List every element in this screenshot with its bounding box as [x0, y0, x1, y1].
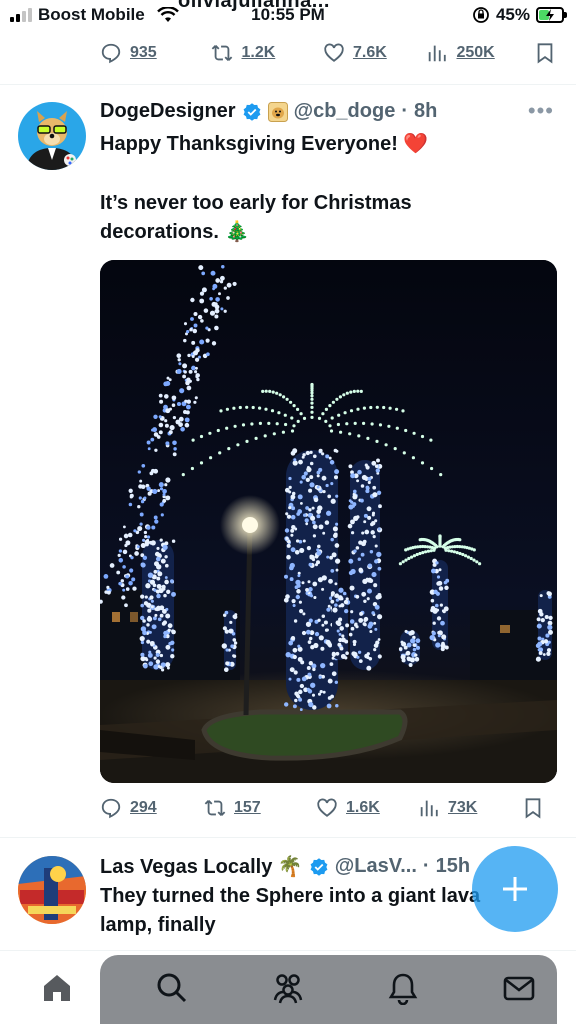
compose-button[interactable]	[472, 846, 558, 932]
reply-icon	[101, 43, 121, 64]
tweet-actions: 294 157 1.6K 73K	[100, 797, 556, 819]
handle-dot: ·	[401, 100, 409, 122]
battery-percent: 45%	[495, 5, 530, 24]
tweet-time[interactable]: 15h	[436, 855, 470, 878]
like-button[interactable]: 7.6K	[323, 42, 427, 64]
tweet-header: DogeDesigner @cb_doge · 8h	[100, 100, 437, 123]
tweet-header: Las Vegas Locally 🌴 @LasV... · 15h	[100, 854, 470, 879]
nav-communities[interactable]	[271, 971, 305, 1005]
verified-icon	[243, 102, 261, 121]
bookmark-button[interactable]	[522, 797, 544, 819]
reply-count: 935	[130, 44, 157, 61]
nav-messages[interactable]	[502, 971, 536, 1005]
doge-avatar-image	[18, 102, 86, 170]
avatar[interactable]	[18, 102, 86, 170]
views-count: 73K	[448, 799, 478, 816]
notifications-icon	[388, 973, 418, 1006]
tweet-text-line2: It’s never too early for Christmas decor…	[100, 192, 412, 243]
las-vegas-avatar-image	[18, 856, 86, 924]
tweet-text-line1: Happy Thanksgiving Everyone! ❤️	[100, 133, 429, 155]
handle[interactable]: @LasV...	[335, 855, 417, 878]
nav-search[interactable]	[155, 971, 189, 1005]
previous-tweet-actions: 935 1.2K 7.6K 250K	[100, 42, 556, 64]
nav-home[interactable]	[40, 971, 74, 1005]
reply-count: 294	[130, 799, 157, 816]
tweet-time[interactable]: 8h	[414, 100, 437, 123]
views-count: 250K	[456, 44, 495, 61]
handle-dot: ·	[422, 855, 430, 877]
bookmark-button[interactable]	[534, 42, 556, 64]
repost-button[interactable]: 157	[204, 797, 316, 819]
views-icon	[429, 45, 447, 62]
battery-icon	[536, 7, 567, 23]
repost-icon	[212, 45, 233, 61]
search-icon	[157, 973, 187, 1003]
status-right: 45%	[472, 5, 567, 25]
doge-badge-icon	[267, 101, 288, 122]
more-icon: •••	[527, 98, 554, 123]
views-button[interactable]: 73K	[418, 797, 522, 819]
repost-button[interactable]: 1.2K	[211, 42, 322, 64]
bottom-nav	[0, 950, 576, 1024]
handle[interactable]: @cb_doge	[294, 100, 396, 123]
communities-icon	[273, 974, 303, 1004]
like-icon	[324, 43, 344, 62]
bookmark-icon	[525, 798, 541, 819]
tweet-photo[interactable]	[100, 260, 557, 783]
divider	[0, 84, 576, 85]
like-icon	[317, 798, 337, 817]
divider	[0, 837, 576, 838]
views-icon	[420, 800, 438, 817]
like-button[interactable]: 1.6K	[316, 797, 418, 819]
bookmark-icon	[537, 43, 553, 64]
orientation-lock-icon	[473, 7, 489, 23]
more-options-button[interactable]: •••	[528, 98, 554, 124]
avatar[interactable]	[18, 856, 86, 924]
palm-tree-lights-photo	[100, 260, 557, 783]
compose-plus-icon	[503, 877, 527, 901]
verified-icon	[310, 857, 328, 876]
views-button[interactable]: 250K	[426, 42, 534, 64]
display-name[interactable]: Las Vegas Locally 🌴	[100, 854, 303, 879]
like-count: 7.6K	[352, 44, 387, 61]
display-name[interactable]: DogeDesigner	[100, 100, 236, 123]
reply-icon	[101, 798, 121, 819]
repost-count: 157	[234, 799, 261, 816]
like-count: 1.6K	[346, 799, 380, 816]
reply-button[interactable]: 294	[100, 797, 204, 819]
home-icon	[44, 975, 70, 1001]
repost-icon	[204, 800, 226, 816]
reply-button[interactable]: 935	[100, 42, 211, 64]
messages-icon	[503, 976, 535, 1001]
nav-notifications[interactable]	[386, 971, 420, 1006]
status-bar: oliviajulianna... Boost Mobile 10:55 PM …	[0, 0, 576, 30]
repost-count: 1.2K	[241, 44, 276, 61]
